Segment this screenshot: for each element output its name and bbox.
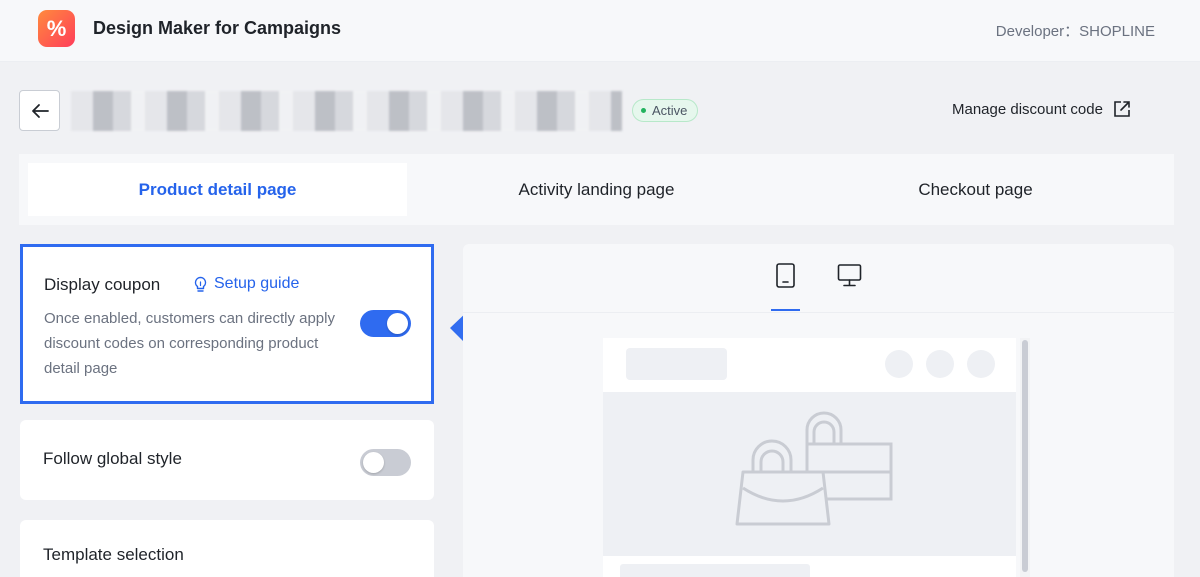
shopping-bags-icon (735, 411, 893, 526)
tab-checkout-page[interactable]: Checkout page (786, 163, 1165, 216)
product-page-preview (603, 338, 1016, 577)
blurred-campaign-name (71, 91, 622, 131)
display-coupon-toggle[interactable] (360, 310, 411, 337)
back-button[interactable] (19, 90, 60, 131)
template-selection-title: Template selection (43, 545, 184, 564)
preview-divider (463, 312, 1174, 313)
template-selection-card: Template selection (20, 520, 434, 577)
selected-device-indicator (771, 309, 800, 311)
display-coupon-description: Once enabled, customers can directly app… (44, 310, 335, 377)
tab-activity-landing-page[interactable]: Activity landing page (407, 163, 786, 216)
setup-guide-label: Setup guide (214, 275, 300, 292)
mobile-icon[interactable] (775, 263, 796, 288)
status-label: Active (652, 103, 688, 118)
scrollbar-thumb[interactable] (1022, 340, 1028, 572)
placeholder-icon (885, 350, 913, 378)
app-title: Design Maker for Campaigns (93, 18, 342, 38)
placeholder-icon (967, 350, 995, 378)
manage-discount-code-link[interactable]: Manage discount code (952, 100, 1131, 118)
placeholder-logo (626, 348, 727, 380)
desktop-icon[interactable] (837, 263, 862, 288)
app-header: % Design Maker for Campaigns Developer：S… (0, 0, 1200, 62)
placeholder-icon (926, 350, 954, 378)
setup-guide-link[interactable]: Setup guide (193, 275, 299, 293)
status-badge: Active (632, 99, 699, 122)
arrow-left-icon (31, 103, 49, 118)
app-logo: % (38, 10, 75, 47)
placeholder-product-image (603, 392, 1016, 556)
follow-global-style-title: Follow global style (43, 449, 182, 468)
toggle-knob (363, 452, 384, 473)
lightbulb-icon (194, 276, 207, 292)
display-coupon-title: Display coupon (44, 275, 161, 294)
follow-global-style-toggle[interactable] (360, 449, 411, 476)
developer-label: Developer：SHOPLINE (995, 23, 1155, 40)
display-coupon-card: Display coupon Setup guide Once enabled,… (20, 244, 434, 404)
status-dot (641, 108, 646, 113)
tab-product-detail-page[interactable]: Product detail page (28, 163, 407, 216)
preview-scrollbar[interactable] (1020, 338, 1030, 577)
follow-global-style-card: Follow global style (20, 420, 434, 500)
external-link-icon (1114, 101, 1130, 117)
page-tabs: Product detail page Activity landing pag… (19, 154, 1174, 225)
manage-discount-code-label: Manage discount code (952, 100, 1103, 118)
placeholder-text-bar (620, 564, 810, 577)
toggle-knob (387, 313, 408, 334)
